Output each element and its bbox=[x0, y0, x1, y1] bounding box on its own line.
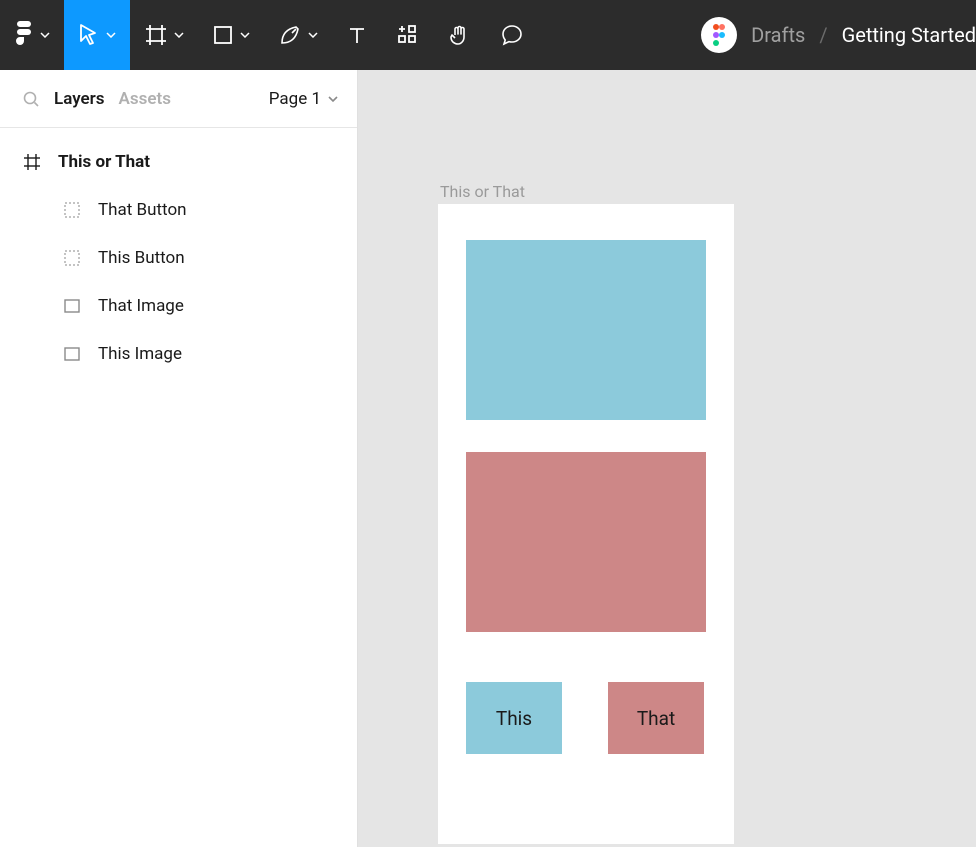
page-selector[interactable]: Page 1 bbox=[269, 89, 339, 109]
layer-row-frame[interactable]: This or That bbox=[0, 138, 357, 186]
component-icon bbox=[62, 202, 82, 218]
chevron-down-icon bbox=[327, 95, 339, 103]
layer-label: This Button bbox=[98, 248, 185, 268]
rectangle-tool-icon bbox=[212, 24, 234, 46]
tab-assets[interactable]: Assets bbox=[119, 89, 171, 109]
canvas-frame-label[interactable]: This or That bbox=[440, 182, 525, 201]
this-button[interactable]: This bbox=[466, 682, 562, 754]
figma-logo-badge bbox=[701, 17, 737, 53]
layer-label: That Button bbox=[98, 200, 187, 220]
comment-icon bbox=[500, 23, 524, 47]
layer-label: This or That bbox=[58, 152, 150, 172]
this-image-rect[interactable] bbox=[466, 240, 706, 420]
top-toolbar: Drafts / Getting Started bbox=[0, 0, 976, 70]
text-tool-icon bbox=[346, 24, 368, 46]
layer-row-child[interactable]: That Button bbox=[0, 186, 357, 234]
frame-tool-button[interactable] bbox=[130, 0, 198, 70]
frame-icon bbox=[22, 153, 42, 171]
pen-tool-button[interactable] bbox=[264, 0, 332, 70]
layer-row-child[interactable]: This Image bbox=[0, 330, 357, 378]
chevron-down-icon bbox=[174, 32, 184, 38]
figma-logo-icon bbox=[14, 21, 34, 49]
main-menu-button[interactable] bbox=[0, 0, 64, 70]
comment-tool-button[interactable] bbox=[486, 0, 538, 70]
breadcrumb-separator: / bbox=[819, 23, 827, 47]
chevron-down-icon bbox=[106, 32, 116, 38]
that-image-rect[interactable] bbox=[466, 452, 706, 632]
artboard-this-or-that[interactable]: This That bbox=[438, 204, 734, 844]
rectangle-icon bbox=[62, 299, 82, 313]
chevron-down-icon bbox=[240, 32, 250, 38]
move-tool-button[interactable] bbox=[64, 0, 130, 70]
rectangle-icon bbox=[62, 347, 82, 361]
layer-tree: This or That That Button This Button Tha… bbox=[0, 128, 357, 378]
shape-tool-button[interactable] bbox=[198, 0, 264, 70]
document-breadcrumb: Drafts / Getting Started bbox=[701, 17, 976, 53]
page-selector-label: Page 1 bbox=[269, 89, 321, 109]
hand-tool-button[interactable] bbox=[434, 0, 486, 70]
resources-icon bbox=[396, 23, 420, 47]
tab-layers[interactable]: Layers bbox=[54, 89, 105, 109]
layer-row-child[interactable]: That Image bbox=[0, 282, 357, 330]
search-icon[interactable] bbox=[22, 90, 40, 108]
pen-tool-icon bbox=[278, 23, 302, 47]
that-button-label: That bbox=[637, 707, 675, 730]
frame-tool-icon bbox=[144, 23, 168, 47]
move-tool-icon bbox=[78, 23, 100, 47]
breadcrumb-drafts[interactable]: Drafts bbox=[751, 23, 805, 47]
layer-label: That Image bbox=[98, 296, 184, 316]
chevron-down-icon bbox=[308, 32, 318, 38]
breadcrumb-file-name[interactable]: Getting Started bbox=[842, 23, 976, 47]
hand-tool-icon bbox=[448, 23, 472, 47]
resources-tool-button[interactable] bbox=[382, 0, 434, 70]
left-panel: Layers Assets Page 1 This or That bbox=[0, 70, 358, 847]
that-button[interactable]: That bbox=[608, 682, 704, 754]
layer-label: This Image bbox=[98, 344, 182, 364]
layer-row-child[interactable]: This Button bbox=[0, 234, 357, 282]
chevron-down-icon bbox=[40, 32, 50, 38]
text-tool-button[interactable] bbox=[332, 0, 382, 70]
canvas[interactable]: This or That This That bbox=[358, 70, 976, 847]
this-button-label: This bbox=[496, 707, 532, 730]
panel-header: Layers Assets Page 1 bbox=[0, 70, 357, 128]
component-icon bbox=[62, 250, 82, 266]
